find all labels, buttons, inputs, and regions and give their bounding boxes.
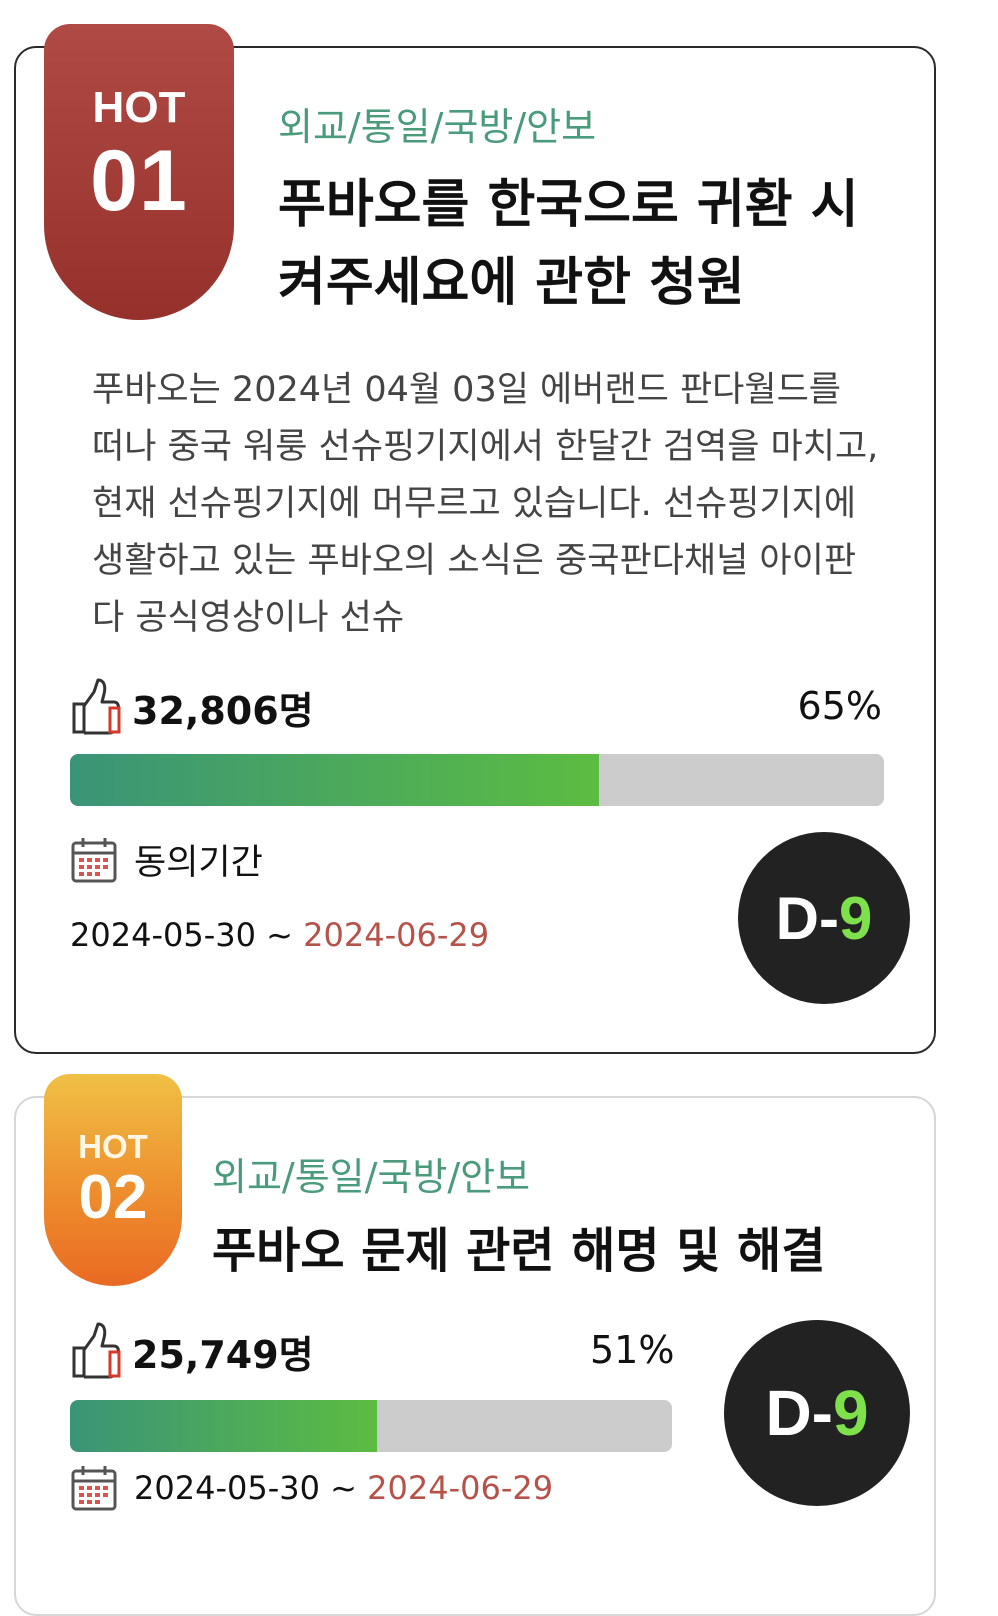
d-day-prefix: D- xyxy=(775,884,839,952)
progress-bar-fill xyxy=(70,754,600,806)
petition-title[interactable]: 푸바오를 한국으로 귀환 시켜주세요에 관한 청원 xyxy=(278,166,878,322)
thumbs-up-icon xyxy=(72,1322,121,1379)
hot-label: HOT xyxy=(78,1128,148,1165)
date-range: 2024-05-30 ~ 2024-06-29 xyxy=(70,916,489,954)
progress-bar xyxy=(70,754,884,806)
petition-card-1[interactable]: HOT 01 외교/통일/국방/안보 푸바오를 한국으로 귀환 시켜주세요에 관… xyxy=(14,24,936,1054)
progress-bar-fill xyxy=(70,1400,378,1452)
petition-card-2[interactable]: HOT 02 외교/통일/국방/안보 푸바오 문제 관련 해명 및 해결 25,… xyxy=(14,1074,936,1616)
hot-rank-badge: HOT 01 xyxy=(44,24,234,320)
supporter-count: 25,749명 xyxy=(132,1332,314,1377)
petition-category: 외교/통일/국방/안보 xyxy=(212,1155,531,1199)
petition-category: 외교/통일/국방/안보 xyxy=(278,105,597,149)
d-day-number: 9 xyxy=(838,884,873,952)
hot-rank-badge: HOT 02 xyxy=(44,1074,182,1286)
hot-label: HOT xyxy=(92,83,186,132)
start-date: 2024-05-30 xyxy=(70,916,256,954)
d-day-badge: D- 9 xyxy=(724,1320,910,1506)
supporter-count-row: 32,806명 xyxy=(70,678,314,736)
start-date: 2024-05-30 xyxy=(134,1469,320,1507)
progress-bar xyxy=(70,1400,672,1452)
calendar-icon xyxy=(71,1466,117,1511)
petition-description: 푸바오는 2024년 04월 03일 에버랜드 판다월드를 떠나 중국 워룽 선… xyxy=(92,370,879,638)
petition-title[interactable]: 푸바오 문제 관련 해명 및 해결 xyxy=(212,1212,825,1290)
supporter-count-row: 25,749명 xyxy=(70,1322,314,1380)
agreement-period-label: 동의기간 xyxy=(134,843,263,883)
progress-percent: 65% xyxy=(797,684,882,728)
thumbs-up-icon xyxy=(72,678,121,735)
calendar-icon xyxy=(71,837,117,882)
date-range: 2024-05-30 ~ 2024-06-29 xyxy=(134,1469,553,1507)
date-separator: ~ xyxy=(255,916,304,954)
rank-number: 01 xyxy=(90,133,188,229)
rank-number: 02 xyxy=(78,1163,148,1232)
agreement-period-row: 동의기간 xyxy=(70,834,263,885)
progress-percent: 51% xyxy=(590,1328,675,1372)
d-day-prefix: D- xyxy=(765,1377,833,1449)
supporter-count: 32,806명 xyxy=(132,688,314,733)
agreement-period-row: 2024-05-30 ~ 2024-06-29 xyxy=(70,1464,553,1512)
d-day-number: 9 xyxy=(832,1377,869,1449)
d-day-badge: D- 9 xyxy=(738,832,910,1004)
date-separator: ~ xyxy=(319,1469,368,1507)
end-date: 2024-06-29 xyxy=(367,1469,554,1507)
end-date: 2024-06-29 xyxy=(303,916,490,954)
